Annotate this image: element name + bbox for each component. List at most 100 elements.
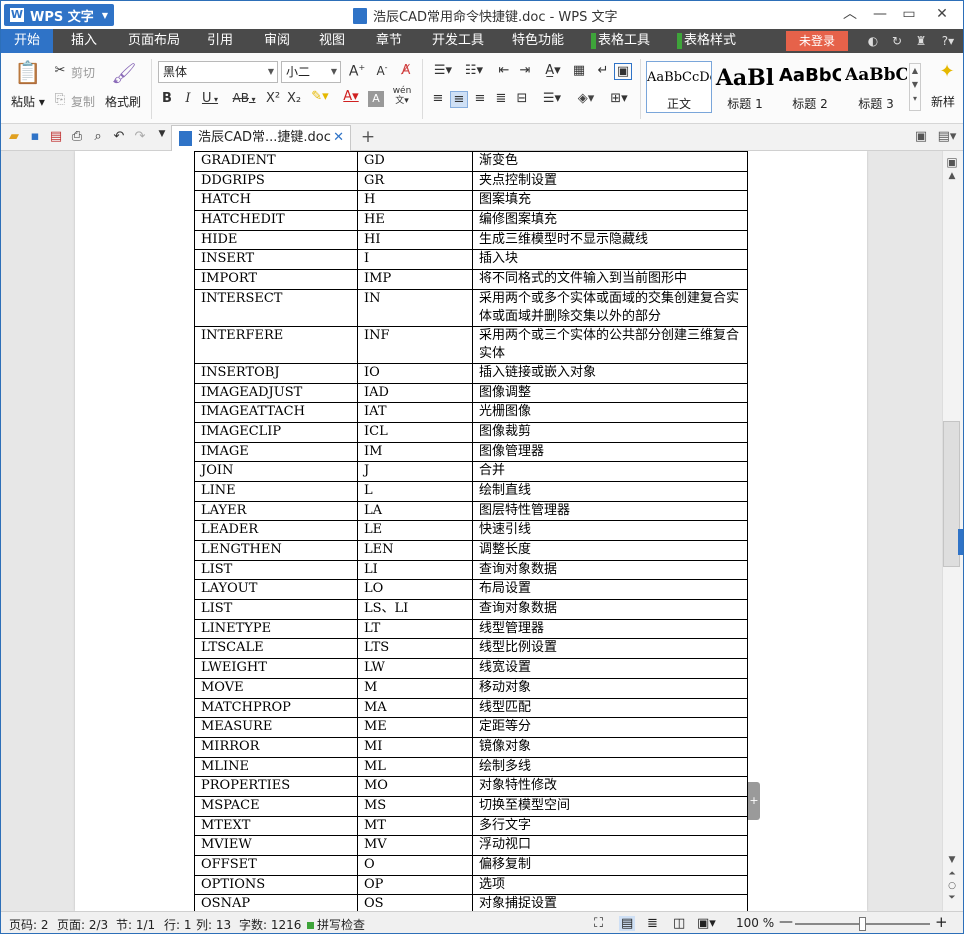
command-cell[interactable]: MOVE: [194, 677, 358, 699]
status-word-count[interactable]: 字数: 1216: [239, 916, 301, 933]
command-cell[interactable]: MSPACE: [194, 795, 358, 817]
status-page-code[interactable]: 页码: 2: [9, 916, 49, 933]
paste-button[interactable]: 粘贴 ▾: [11, 93, 45, 110]
subscript-button[interactable]: X₂: [284, 91, 304, 106]
description-cell[interactable]: 对象特性修改: [472, 776, 748, 797]
shortcut-cell[interactable]: LS、LI: [357, 599, 473, 620]
scroll-up-icon[interactable]: ▲: [945, 171, 959, 181]
browse-object-icon[interactable]: ○: [945, 881, 959, 891]
tab-page-layout[interactable]: 页面布局: [128, 29, 180, 53]
description-cell[interactable]: 绘制多线: [472, 756, 748, 778]
print-preview-icon[interactable]: ⌕: [90, 129, 106, 144]
close-button[interactable]: ✕: [929, 4, 955, 24]
command-cell[interactable]: MEASURE: [194, 717, 358, 738]
strikethrough-button[interactable]: AB ▾: [229, 91, 259, 105]
float-expand-button[interactable]: +: [748, 782, 760, 820]
grow-font-icon[interactable]: A+: [347, 63, 367, 80]
description-cell[interactable]: 采用两个或三个实体的公共部分创建三维复合实体: [472, 325, 748, 364]
tab-developer[interactable]: 开发工具: [432, 29, 484, 53]
description-cell[interactable]: 选项: [472, 874, 748, 896]
reading-view-icon[interactable]: ▣▾: [697, 916, 716, 931]
tab-references[interactable]: 引用: [207, 29, 233, 53]
shortcut-cell[interactable]: MT: [357, 815, 473, 837]
command-cell[interactable]: HIDE: [194, 229, 358, 251]
tab-table-tools[interactable]: 表格工具: [598, 29, 650, 53]
wps-app-menu-button[interactable]: W WPS 文字 ▼: [4, 4, 114, 26]
align-center-icon[interactable]: ≡: [450, 91, 468, 108]
description-cell[interactable]: 合并: [472, 461, 748, 482]
description-cell[interactable]: 采用两个或多个实体或面域的交集创建复合实体或面域并删除交集以外的部分: [472, 288, 748, 327]
command-cell[interactable]: IMAGE: [194, 441, 358, 463]
description-cell[interactable]: 夹点控制设置: [472, 170, 748, 192]
description-cell[interactable]: 图层特性管理器: [472, 500, 748, 522]
description-cell[interactable]: 线型管理器: [472, 618, 748, 640]
command-cell[interactable]: DDGRIPS: [194, 170, 358, 192]
description-cell[interactable]: 生成三维模型时不显示隐藏线: [472, 229, 748, 251]
description-cell[interactable]: 偏移复制: [472, 855, 748, 876]
fullscreen-view-icon[interactable]: ⛶: [594, 916, 603, 931]
command-cell[interactable]: JOIN: [194, 461, 358, 482]
command-cell[interactable]: IMPORT: [194, 269, 358, 290]
command-cell[interactable]: INSERT: [194, 249, 358, 271]
command-cell[interactable]: LIST: [194, 559, 358, 581]
shortcut-cell[interactable]: HI: [357, 229, 473, 251]
justify-icon[interactable]: ≣: [492, 91, 510, 106]
description-cell[interactable]: 调整长度: [472, 540, 748, 561]
undo-icon[interactable]: ↶: [111, 129, 127, 144]
shortcut-cell[interactable]: LEN: [357, 540, 473, 561]
command-cell[interactable]: LEADER: [194, 520, 358, 541]
shortcut-cell[interactable]: INF: [357, 325, 473, 364]
align-left-icon[interactable]: ≡: [429, 91, 447, 106]
command-cell[interactable]: INTERFERE: [194, 325, 358, 364]
paragraph-mark-icon[interactable]: ↵: [594, 63, 612, 78]
command-cell[interactable]: LINE: [194, 480, 358, 502]
shortcut-cell[interactable]: IAD: [357, 382, 473, 404]
command-cell[interactable]: MATCHPROP: [194, 697, 358, 719]
shortcut-cell[interactable]: OS: [357, 894, 473, 911]
shortcut-cell[interactable]: ME: [357, 717, 473, 738]
font-name-select[interactable]: 黑体 ▼: [158, 61, 278, 83]
shortcut-cell[interactable]: MO: [357, 776, 473, 797]
borders-icon[interactable]: ⊞▾: [605, 91, 633, 106]
document-tab[interactable]: 浩辰CAD常...捷键.doc ✕: [171, 125, 351, 151]
description-cell[interactable]: 查询对象数据: [472, 559, 748, 581]
description-cell[interactable]: 切换至模型空间: [472, 795, 748, 817]
shortcut-cell[interactable]: GD: [357, 151, 473, 172]
shortcut-cell[interactable]: LA: [357, 500, 473, 522]
command-cell[interactable]: LAYOUT: [194, 579, 358, 601]
description-cell[interactable]: 布局设置: [472, 579, 748, 601]
clear-format-icon[interactable]: A̸: [396, 63, 416, 78]
bullet-list-icon[interactable]: ☰▾: [429, 63, 457, 78]
export-pdf-icon[interactable]: ▤: [48, 129, 64, 144]
maximize-button[interactable]: ▭: [896, 4, 922, 24]
shortcut-cell[interactable]: L: [357, 480, 473, 502]
next-page-icon[interactable]: ⏷: [945, 893, 959, 903]
paste-icon[interactable]: 📋: [14, 61, 42, 89]
document-workspace[interactable]: GRADIENT GD 渐变色 DDGRIPS GR 夹点控制设置 HATCH H 图案填充 HA…: [1, 151, 942, 911]
command-cell[interactable]: MLINE: [194, 756, 358, 778]
shrink-font-icon[interactable]: A-: [372, 63, 392, 78]
decrease-indent-icon[interactable]: ⇤: [495, 63, 513, 78]
side-panel-handle[interactable]: [958, 529, 963, 555]
tab-review[interactable]: 审阅: [264, 29, 290, 53]
shortcut-cell[interactable]: MS: [357, 795, 473, 817]
redo-icon[interactable]: ↷: [132, 129, 148, 144]
quick-access-dropdown-icon[interactable]: ▼: [155, 129, 169, 139]
shortcut-cell[interactable]: I: [357, 249, 473, 271]
shortcut-cell[interactable]: MI: [357, 736, 473, 758]
command-cell[interactable]: HATCH: [194, 190, 358, 212]
description-cell[interactable]: 镜像对象: [472, 736, 748, 758]
cut-button[interactable]: 剪切: [71, 64, 95, 81]
description-cell[interactable]: 线型比例设置: [472, 638, 748, 660]
new-tab-icon[interactable]: +: [359, 127, 377, 147]
command-cell[interactable]: IMAGEATTACH: [194, 402, 358, 423]
shortcut-cell[interactable]: LO: [357, 579, 473, 601]
help-icon[interactable]: ?▾: [937, 33, 959, 49]
description-cell[interactable]: 多行文字: [472, 815, 748, 837]
close-tab-icon[interactable]: ✕: [333, 126, 344, 150]
shortcut-cell[interactable]: ICL: [357, 421, 473, 443]
description-cell[interactable]: 查询对象数据: [472, 599, 748, 620]
description-cell[interactable]: 编修图案填充: [472, 210, 748, 231]
description-cell[interactable]: 绘制直线: [472, 480, 748, 502]
page-view-icon[interactable]: ▤: [619, 916, 636, 931]
